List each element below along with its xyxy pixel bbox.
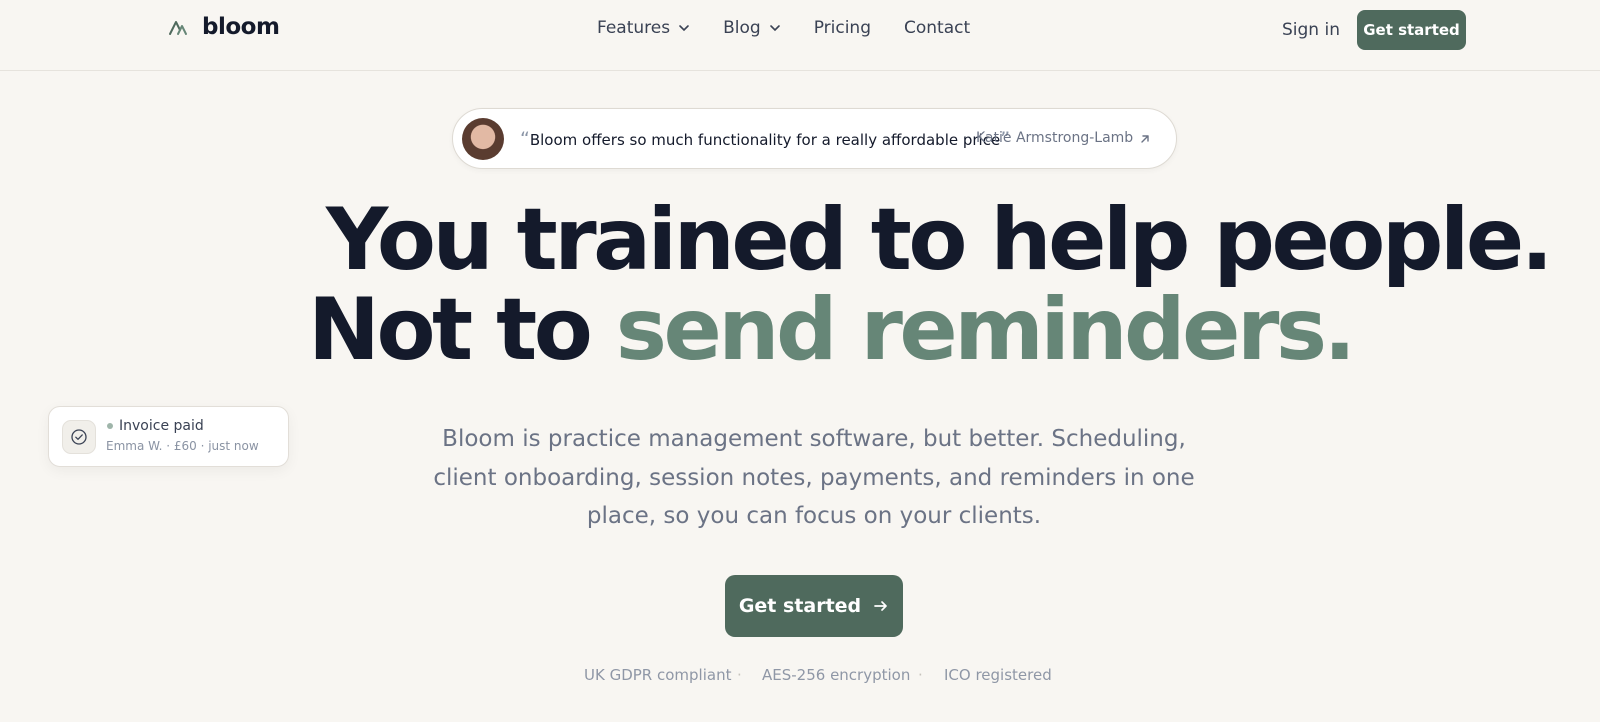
invoice-icon-box bbox=[62, 420, 96, 454]
arrow-right-icon bbox=[874, 601, 888, 611]
cta-label: Get started bbox=[738, 595, 862, 617]
nav-pricing[interactable]: Pricing bbox=[814, 18, 871, 38]
testimonial-text: Bloom offers so much functionality for a… bbox=[529, 131, 1001, 149]
nav-contact[interactable]: Contact bbox=[904, 18, 970, 38]
avatar bbox=[462, 118, 504, 160]
hero-headline-line1: You trained to help people. bbox=[326, 190, 1553, 290]
trust-badge-encryption: AES-256 encryption bbox=[762, 666, 911, 684]
check-circle-icon bbox=[71, 429, 87, 445]
main-nav: Features Blog Pricing Contact bbox=[597, 18, 1003, 38]
nav-features-label: Features bbox=[597, 18, 671, 38]
site-header: bloom Features Blog Pricing Contact Sign… bbox=[0, 0, 1600, 71]
trust-badge-gdpr: UK GDPR compliant bbox=[584, 666, 732, 684]
chevron-down-icon bbox=[769, 25, 780, 32]
status-dot bbox=[107, 423, 113, 429]
notification-subtitle: Emma W. · £60 · just now bbox=[106, 439, 259, 453]
hero-headline-line2: Not to send reminders. bbox=[308, 280, 1356, 380]
nav-features[interactable]: Features bbox=[597, 18, 690, 38]
hero-headline-accent: send reminders. bbox=[615, 280, 1356, 380]
trust-separator: · bbox=[918, 666, 923, 684]
open-quote-mark: “ bbox=[520, 128, 530, 150]
notification-title: Invoice paid bbox=[119, 418, 204, 434]
brand-name: bloom bbox=[202, 14, 280, 40]
brand-logo[interactable]: bloom bbox=[168, 14, 280, 40]
hero-headline-prefix: Not to bbox=[308, 280, 593, 380]
testimonial-author: Katie Armstrong-Lamb bbox=[976, 130, 1134, 146]
testimonial-quote: “Bloom offers so much functionality for … bbox=[520, 128, 1010, 150]
arrow-up-right-icon[interactable] bbox=[1139, 133, 1151, 145]
nav-pricing-label: Pricing bbox=[813, 18, 871, 38]
hero-get-started-button[interactable]: Get started bbox=[725, 575, 903, 637]
nav-blog-label: Blog bbox=[723, 18, 761, 38]
testimonial-pill[interactable]: “Bloom offers so much functionality for … bbox=[452, 108, 1177, 169]
landing-page: bloom Features Blog Pricing Contact Sign… bbox=[0, 0, 1600, 722]
sign-in-link[interactable]: Sign in bbox=[1282, 20, 1340, 40]
chevron-down-icon bbox=[679, 25, 689, 32]
nav-blog[interactable]: Blog bbox=[723, 18, 781, 38]
nav-contact-label: Contact bbox=[904, 18, 971, 38]
trust-badge-ico: ICO registered bbox=[944, 666, 1052, 684]
bloom-logo-icon bbox=[169, 21, 187, 35]
header-get-started-button[interactable]: Get started bbox=[1357, 10, 1466, 50]
hero-description: Bloom is practice management software, b… bbox=[433, 426, 1195, 529]
trust-separator: · bbox=[737, 666, 742, 684]
invoice-paid-notification: Invoice paid Emma W. · £60 · just now bbox=[48, 406, 289, 467]
